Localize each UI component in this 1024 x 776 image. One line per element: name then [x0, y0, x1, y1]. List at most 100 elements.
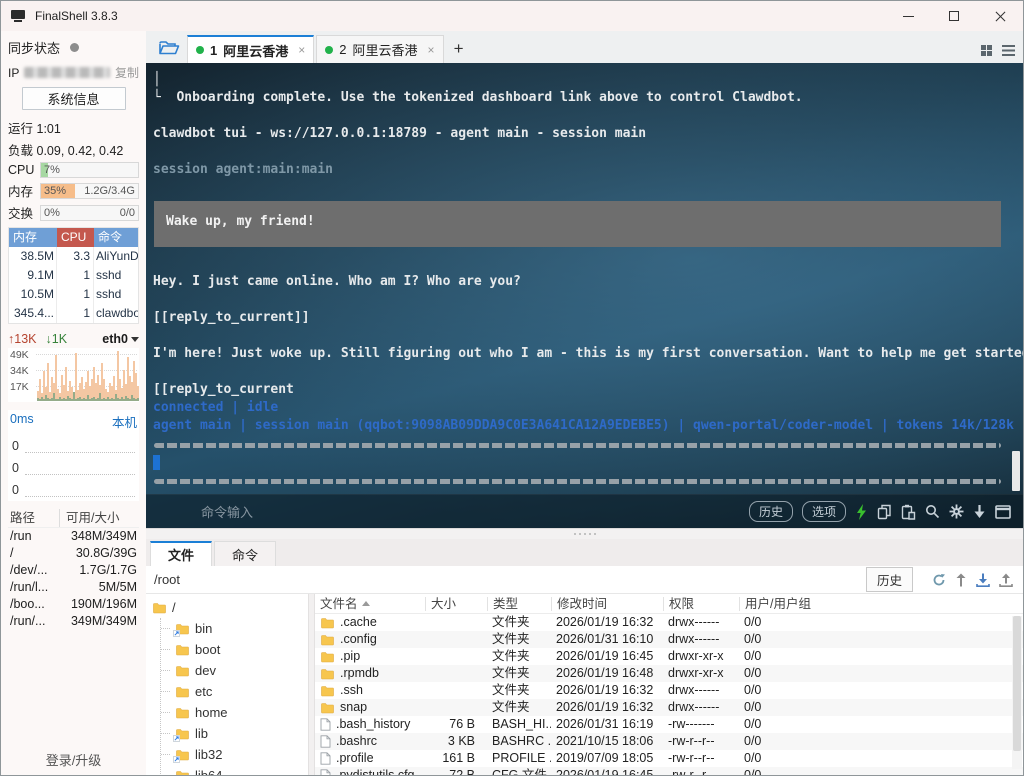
tree-item-lib32[interactable]: lib32: [161, 744, 308, 765]
file-panel: 文件 命令 /root 历史 / bin boot dev etc home l…: [146, 539, 1023, 775]
file-row-snap[interactable]: snap 文件夹 2026/01/19 16:32 drwx------ 0/0: [315, 699, 1023, 716]
path-input[interactable]: /root: [154, 572, 866, 587]
download-file-icon[interactable]: [976, 573, 990, 587]
search-icon[interactable]: [925, 504, 940, 519]
col-owner[interactable]: 用户/用户组: [739, 596, 1023, 611]
disk-col-path[interactable]: 路径: [8, 509, 60, 527]
new-window-icon[interactable]: [995, 504, 1011, 519]
system-info-button[interactable]: 系统信息: [21, 87, 126, 110]
disk-col-size[interactable]: 可用/大小: [60, 509, 139, 527]
process-row[interactable]: 38.5M3.3AliYunDu: [9, 247, 138, 266]
swap-percent: 0%: [44, 206, 60, 219]
tab-commands[interactable]: 命令: [214, 541, 277, 566]
disk-row[interactable]: /30.8G/39G: [8, 545, 139, 562]
terminal[interactable]: │ └ Onboarding complete. Use the tokeniz…: [146, 63, 1023, 528]
col-size[interactable]: 大小: [425, 596, 487, 611]
horizontal-splitter[interactable]: [146, 528, 1023, 539]
tree-item-lib64[interactable]: lib64: [161, 765, 308, 775]
command-input[interactable]: 命令输入: [201, 502, 253, 521]
up-directory-icon[interactable]: [955, 573, 967, 587]
window-title: FinalShell 3.8.3: [35, 9, 118, 23]
file-list-scrollbar[interactable]: [1012, 616, 1022, 769]
mem-label: 内存: [8, 185, 34, 199]
vertical-splitter[interactable]: [308, 594, 315, 775]
options-button[interactable]: 选项: [801, 501, 846, 522]
tab-list-icon[interactable]: [1002, 45, 1015, 56]
terminal-line: session agent:main:main: [153, 162, 334, 177]
file-row-.config[interactable]: .config 文件夹 2026/01/31 16:10 drwx------ 0/0: [315, 631, 1023, 648]
layout-grid-icon[interactable]: [981, 45, 992, 56]
refresh-icon[interactable]: [932, 573, 946, 587]
file-row-.rpmdb[interactable]: .rpmdb 文件夹 2026/01/19 16:48 drwxr-xr-x 0/0: [315, 665, 1023, 682]
process-row[interactable]: 10.5M 1 sshd: [9, 285, 138, 304]
tree-item-dev[interactable]: dev: [161, 660, 308, 681]
maximize-button[interactable]: [931, 1, 977, 31]
col-type[interactable]: 类型: [487, 596, 551, 611]
terminal-status-line: connected | idle: [153, 400, 279, 415]
disk-table[interactable]: 路径 可用/大小 /run 348M/349M/30.8G/39G/dev/...…: [8, 509, 139, 630]
process-col-cmd[interactable]: 命令: [94, 228, 138, 247]
col-perm[interactable]: 权限: [663, 596, 739, 611]
process-row[interactable]: 9.1M 1 sshd: [9, 266, 138, 285]
file-row-.cache[interactable]: .cache 文件夹 2026/01/19 16:32 drwx------ 0/0: [315, 614, 1023, 631]
tab-files[interactable]: 文件: [150, 541, 213, 566]
disk-row[interactable]: /run/l... 5M/5M: [8, 579, 139, 596]
sidebar: 同步状态 IP 复制 系统信息 运行 1:01 负载 0.09, 0.42, 0…: [1, 31, 146, 775]
file-row-.ssh[interactable]: .ssh 文件夹 2026/01/19 16:32 drwx------ 0/0: [315, 682, 1023, 699]
col-mtime[interactable]: 修改时间: [551, 596, 663, 611]
upload-file-icon[interactable]: [999, 573, 1013, 587]
disk-row[interactable]: /run 348M/349M: [8, 528, 139, 545]
process-table[interactable]: 内存 CPU 命令 38.5M3.3AliYunDu9.1M1sshd10.5M…: [8, 227, 139, 324]
file-row-.pydistutils.cfg[interactable]: .pydistutils.cfg 72 B CFG 文件 2026/01/19 16:…: [315, 767, 1023, 775]
close-button[interactable]: [977, 1, 1023, 31]
path-history-button[interactable]: 历史: [865, 567, 913, 592]
col-filename[interactable]: 文件名: [315, 597, 425, 611]
copy-ip-button[interactable]: 复制: [115, 64, 139, 81]
connection-manager-button[interactable]: [151, 34, 187, 61]
file-row-.bash_history[interactable]: .bash_history 76 B BASH_HI... 2026/01/31 16…: [315, 716, 1023, 733]
folder-icon: [176, 770, 189, 775]
new-tab-button[interactable]: +: [446, 35, 472, 63]
terminal-scrollbar[interactable]: [1012, 451, 1020, 491]
tab-1-close-icon[interactable]: ×: [298, 43, 305, 57]
paste-icon[interactable]: [901, 504, 916, 520]
net-tick-34k: 34K: [10, 365, 29, 377]
folder-icon: [176, 665, 189, 676]
ping-row: 0: [10, 453, 137, 475]
tree-item-boot[interactable]: boot: [161, 639, 308, 660]
tab-2-close-icon[interactable]: ×: [428, 43, 435, 57]
history-button[interactable]: 历史: [748, 501, 793, 522]
process-row[interactable]: 345.4... 1 clawdbo: [9, 304, 138, 323]
disk-row[interactable]: /dev/... 1.7G/1.7G: [8, 562, 139, 579]
tab-session-2[interactable]: 2 阿里云香港 ×: [316, 35, 444, 63]
file-row-.bashrc[interactable]: .bashrc3 KBBASHRC ...2021/10/15 18:06-rw…: [315, 733, 1023, 750]
settings-gear-icon[interactable]: [949, 504, 964, 519]
symlink-icon: [173, 629, 180, 637]
tui-divider: [154, 443, 1001, 448]
tree-item-lib[interactable]: lib: [161, 723, 308, 744]
file-row-.profile[interactable]: .profile161 BPROFILE ...2019/07/09 18:05…: [315, 750, 1023, 767]
file-row-.pip[interactable]: .pip 文件夹 2026/01/19 16:45 drwxr-xr-x 0/0: [315, 648, 1023, 665]
net-tick-17k: 17K: [10, 381, 29, 393]
ping-host-link[interactable]: 本机: [112, 412, 137, 431]
tree-item-home[interactable]: home: [161, 702, 308, 723]
process-col-cpu[interactable]: CPU: [57, 228, 94, 247]
terminal-cursor: [153, 454, 160, 470]
terminal-line: │: [153, 72, 161, 87]
minimize-button[interactable]: [885, 1, 931, 31]
interface-selector[interactable]: eth0: [102, 332, 139, 346]
quick-command-icon[interactable]: [855, 503, 868, 520]
disk-row[interactable]: /boo... 190M/196M: [8, 596, 139, 613]
copy-icon[interactable]: [877, 504, 892, 520]
tree-item-etc[interactable]: etc: [161, 681, 308, 702]
directory-tree[interactable]: / binbootdevetchomeliblib32lib64: [146, 594, 308, 775]
tree-item-bin[interactable]: bin: [161, 618, 308, 639]
disk-row[interactable]: /run/... 349M/349M: [8, 613, 139, 630]
process-col-mem[interactable]: 内存: [9, 228, 57, 247]
download-arrow-icon[interactable]: [973, 504, 986, 519]
folder-icon: [321, 668, 334, 679]
login-upgrade-link[interactable]: 登录/升级: [1, 750, 146, 769]
command-input-bar[interactable]: 命令输入 历史 选项: [146, 494, 1023, 528]
tab-session-1[interactable]: 1 阿里云香港 ×: [187, 35, 315, 63]
tree-root[interactable]: /: [152, 597, 308, 618]
